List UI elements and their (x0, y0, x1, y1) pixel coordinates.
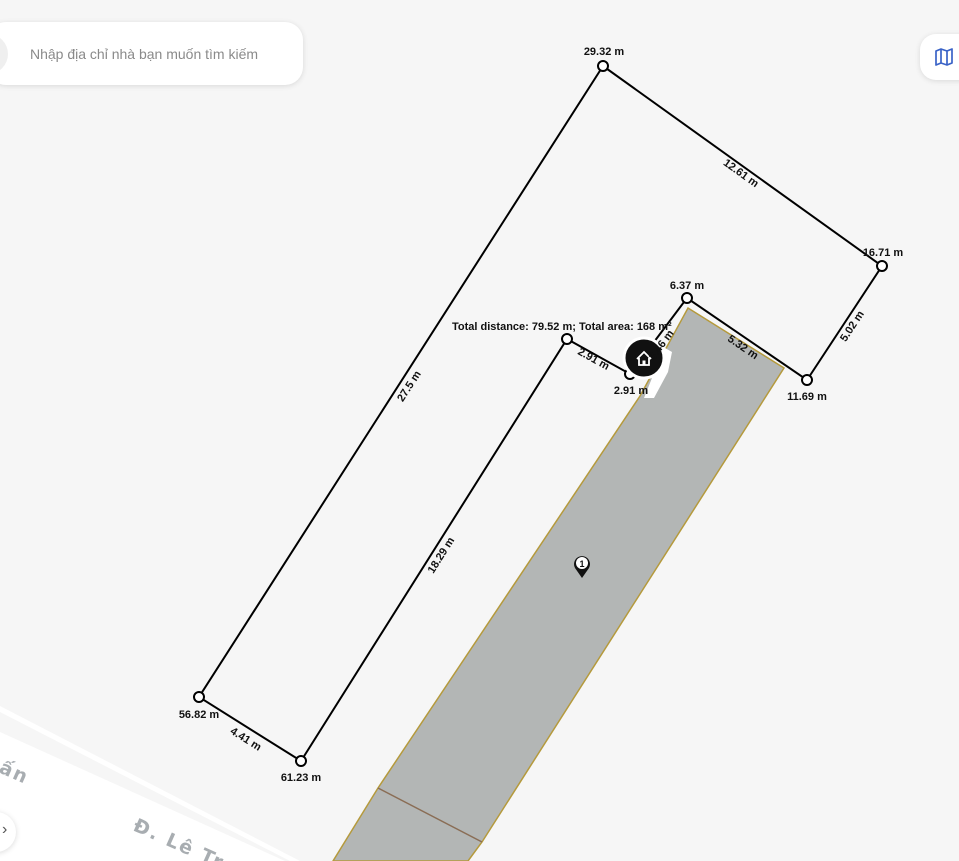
point-label: 2.91 m (614, 385, 648, 397)
segment-label: 27.5 m (395, 369, 424, 404)
search-input[interactable] (28, 40, 292, 68)
point-label: 6.37 m (670, 280, 704, 292)
map-layer[interactable]: ấn Đ. Lê Tr 1 29.32 m 16.71 m 6.37 m 11.… (0, 0, 959, 861)
vertex-handle[interactable] (801, 374, 813, 386)
map-icon (935, 48, 953, 66)
point-label: 61.23 m (281, 772, 322, 784)
map-canvas[interactable]: ấn Đ. Lê Tr 1 29.32 m 16.71 m 6.37 m 11.… (0, 0, 959, 861)
vertex-handle[interactable] (193, 691, 205, 703)
map-layer-toggle-button[interactable] (920, 34, 959, 80)
parcel-pin-number: 1 (579, 559, 584, 569)
measure-summary: Total distance: 79.52 m; Total area: 168… (452, 321, 672, 333)
point-label: 56.82 m (179, 709, 220, 721)
search-bar[interactable] (0, 22, 303, 85)
point-label: 29.32 m (584, 46, 625, 58)
vertex-handle[interactable] (561, 333, 573, 345)
chevron-icon: › (2, 821, 8, 838)
point-label: 16.71 m (863, 247, 904, 259)
segment-label: 2.91 m (576, 346, 612, 373)
vertex-handle[interactable] (295, 755, 307, 767)
vertex-handle[interactable] (597, 60, 609, 72)
segment-label: 4.41 m (228, 725, 264, 753)
vertex-handle[interactable] (876, 260, 888, 272)
vertex-handle[interactable] (681, 292, 693, 304)
point-label: 11.69 m (787, 391, 827, 403)
search-left-button[interactable] (0, 34, 8, 74)
